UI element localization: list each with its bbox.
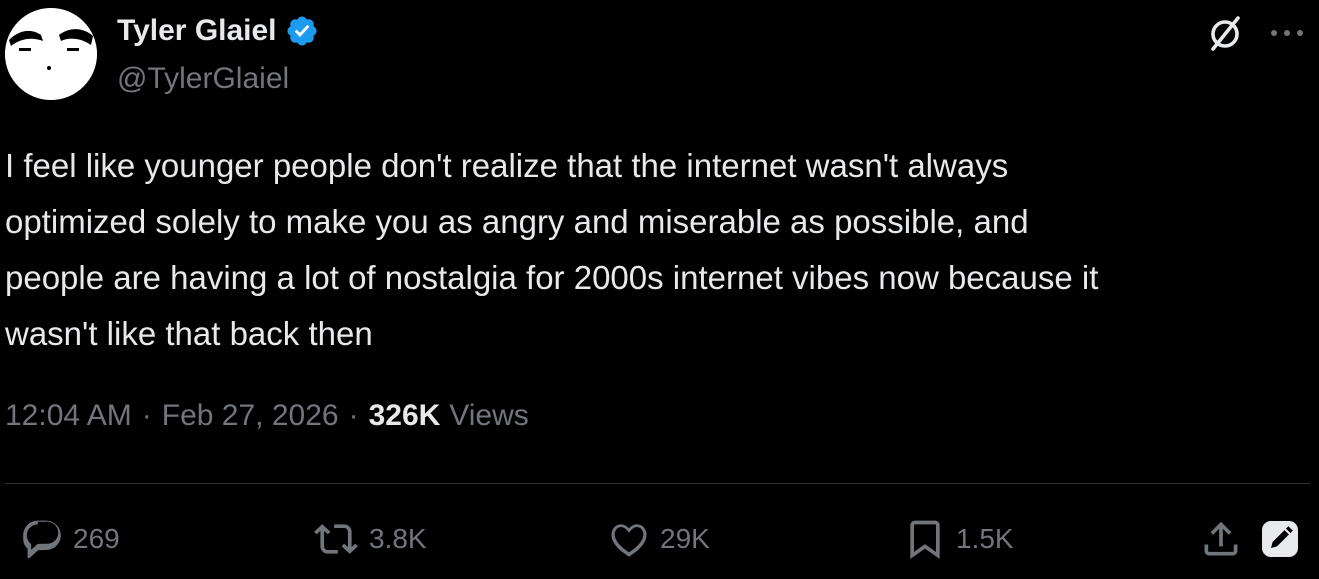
grok-icon — [1205, 13, 1245, 58]
tweet: Tyler Glaiel @TylerGlaiel I feel like yo… — [0, 0, 1319, 579]
heart-icon — [607, 517, 651, 561]
avatar[interactable] — [5, 8, 97, 100]
divider — [5, 483, 1310, 484]
tweet-date[interactable]: Feb 27, 2026 — [162, 399, 339, 433]
more-icon — [1269, 25, 1305, 43]
verified-badge-icon — [285, 14, 319, 48]
tweet-text-line: wasn't like that back then — [5, 315, 373, 352]
meta-separator: · — [141, 399, 152, 432]
views-label: Views — [449, 399, 529, 432]
tweet-text-line: people are having a lot of nostalgia for… — [5, 259, 1099, 296]
more-button[interactable] — [1266, 18, 1308, 50]
grok-button[interactable] — [1204, 14, 1246, 56]
reply-count: 269 — [73, 523, 120, 554]
repost-count: 3.8K — [369, 523, 427, 554]
views-count: 326K — [368, 399, 441, 432]
tweet-text-line: optimized solely to make you as angry an… — [5, 203, 1029, 240]
meta-separator: · — [348, 399, 359, 432]
bookmark-icon — [903, 517, 947, 561]
tweet-text-line: I feel like younger people don't realize… — [5, 147, 1009, 184]
like-count: 29K — [660, 523, 710, 554]
reply-icon — [20, 517, 64, 561]
author-handle[interactable]: @TylerGlaiel — [117, 62, 289, 96]
edit-icon — [1258, 517, 1302, 561]
bookmark-count: 1.5K — [956, 523, 1014, 554]
like-button[interactable]: 29K — [607, 510, 710, 568]
reply-button[interactable]: 269 — [20, 510, 120, 568]
repost-button[interactable]: 3.8K — [312, 510, 427, 568]
tweet-meta: 12:04 AM · Feb 27, 2026 · 326K Views — [5, 399, 529, 433]
repost-icon — [312, 517, 360, 561]
author-name[interactable]: Tyler Glaiel — [117, 14, 319, 48]
share-button[interactable] — [1199, 510, 1243, 568]
tweet-time[interactable]: 12:04 AM — [5, 399, 132, 433]
author-name-text: Tyler Glaiel — [117, 14, 277, 47]
action-bar: 269 3.8K 29K 1.5K — [0, 510, 1319, 568]
tweet-text: I feel like younger people don't realize… — [5, 138, 1315, 362]
share-icon — [1199, 517, 1243, 561]
bookmark-button[interactable]: 1.5K — [903, 510, 1014, 568]
edit-button[interactable] — [1258, 510, 1302, 568]
